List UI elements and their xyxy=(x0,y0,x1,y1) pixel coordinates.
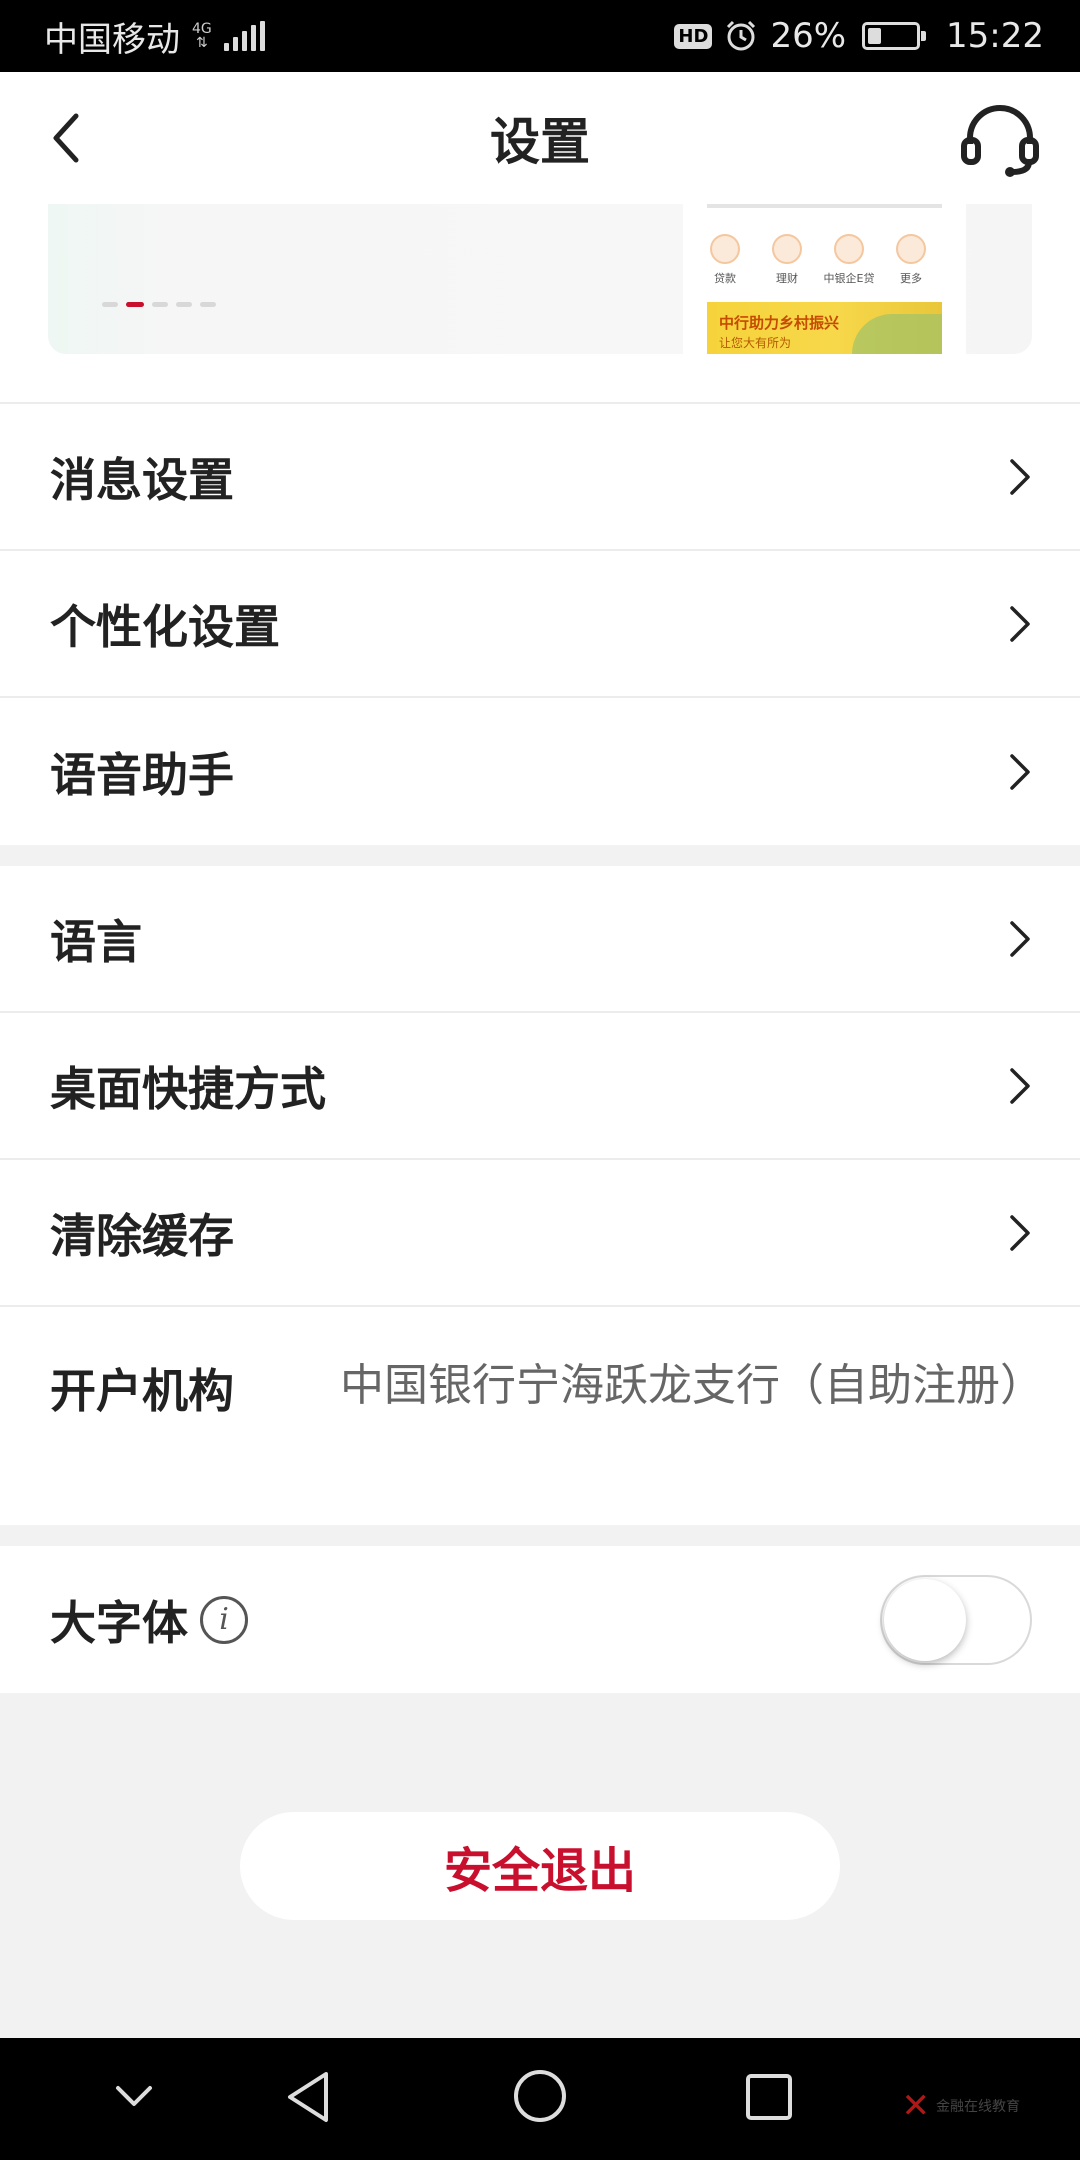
app-header: 设置 xyxy=(0,72,1080,204)
nav-home-icon[interactable] xyxy=(512,2068,568,2124)
chevron-right-icon xyxy=(1010,458,1030,495)
row-message-settings[interactable]: 消息设置 xyxy=(0,404,1080,551)
carrier-group: 中国移动 4G ⇅ xyxy=(44,12,265,61)
row-label: 清除缓存 xyxy=(50,1208,234,1263)
row-label: 语言 xyxy=(50,914,142,969)
chevron-right-icon xyxy=(1010,605,1030,642)
row-desktop-shortcut[interactable]: 桌面快捷方式 xyxy=(0,1013,1080,1160)
loan-icon: 贷款 xyxy=(705,234,745,286)
chevron-right-icon xyxy=(1010,920,1030,957)
settings-group-1: 消息设置 个性化设置 语音助手 xyxy=(0,404,1080,845)
enterprise-loan-icon: 中银企E贷 xyxy=(824,234,874,286)
watermark: ✕ 金融在线教育 xyxy=(901,2086,1021,2126)
toggle-knob xyxy=(884,1578,966,1661)
watermark-logo-icon: ✕ xyxy=(901,2086,931,2126)
banner-quick-icons: 贷款 理财 中银企E贷 更多 xyxy=(705,234,931,286)
settings-group-3: 大字体 i xyxy=(0,1546,1080,1693)
back-arrow-icon[interactable] xyxy=(44,102,104,174)
battery-percent: 26% xyxy=(770,16,847,56)
row-personalization[interactable]: 个性化设置 xyxy=(0,551,1080,698)
chevron-right-icon xyxy=(1010,1214,1030,1251)
banner-section: 贷款 理财 中银企E贷 更多 中行助力乡村振兴 让您大有所为 xyxy=(0,204,1080,404)
row-label: 语音助手 xyxy=(50,747,234,802)
large-font-toggle[interactable] xyxy=(880,1574,1032,1665)
network-type: 4G ⇅ xyxy=(192,21,212,51)
status-right: HD 26% 15:22 xyxy=(674,16,1044,56)
nav-back-icon[interactable] xyxy=(284,2068,332,2126)
row-label: 消息设置 xyxy=(50,452,234,507)
row-label: 开户机构 xyxy=(50,1364,234,1418)
row-clear-cache[interactable]: 清除缓存 xyxy=(0,1160,1080,1307)
page-title: 设置 xyxy=(490,113,590,171)
row-language[interactable]: 语言 xyxy=(0,866,1080,1013)
signal-icon xyxy=(223,21,265,51)
info-icon[interactable]: i xyxy=(200,1595,248,1644)
system-nav-bar: ✕ 金融在线教育 xyxy=(0,2038,1080,2160)
finance-icon: 理财 xyxy=(767,234,807,286)
customer-service-icon[interactable] xyxy=(960,100,1040,180)
row-label: 个性化设置 xyxy=(50,599,280,654)
account-branch-value: 中国银行宁海跃龙支行（自助注册） xyxy=(340,1360,1044,1411)
settings-group-2: 语言 桌面快捷方式 清除缓存 开户机构 中国银行宁海跃龙支行（自助注册） xyxy=(0,866,1080,1525)
chevron-right-icon xyxy=(1010,753,1030,790)
logout-button[interactable]: 安全退出 xyxy=(240,1812,840,1920)
chevron-down-icon[interactable] xyxy=(114,2082,154,2112)
more-icon: 更多 xyxy=(891,234,931,286)
row-label: 大字体 xyxy=(50,1595,188,1650)
status-bar: 中国移动 4G ⇅ HD 26% 15:22 xyxy=(0,0,1080,72)
carousel-indicator xyxy=(102,302,216,307)
chevron-right-icon xyxy=(1010,1067,1030,1104)
row-large-font: 大字体 i xyxy=(0,1546,1080,1693)
banner-phone-preview: 贷款 理财 中银企E贷 更多 中行助力乡村振兴 让您大有所为 xyxy=(683,204,966,354)
banner-promo-strip: 中行助力乡村振兴 让您大有所为 xyxy=(707,302,942,354)
battery-icon xyxy=(862,22,927,50)
row-account-branch: 开户机构 中国银行宁海跃龙支行（自助注册） xyxy=(0,1307,1080,1525)
carrier-name: 中国移动 xyxy=(44,19,180,60)
nav-recents-icon[interactable] xyxy=(744,2072,794,2122)
row-voice-assistant[interactable]: 语音助手 xyxy=(0,698,1080,845)
hd-icon: HD xyxy=(674,23,713,49)
promo-banner[interactable]: 贷款 理财 中银企E贷 更多 中行助力乡村振兴 让您大有所为 xyxy=(48,204,1032,354)
clock: 15:22 xyxy=(946,16,1044,56)
row-label: 桌面快捷方式 xyxy=(50,1061,326,1116)
alarm-icon xyxy=(727,20,756,51)
